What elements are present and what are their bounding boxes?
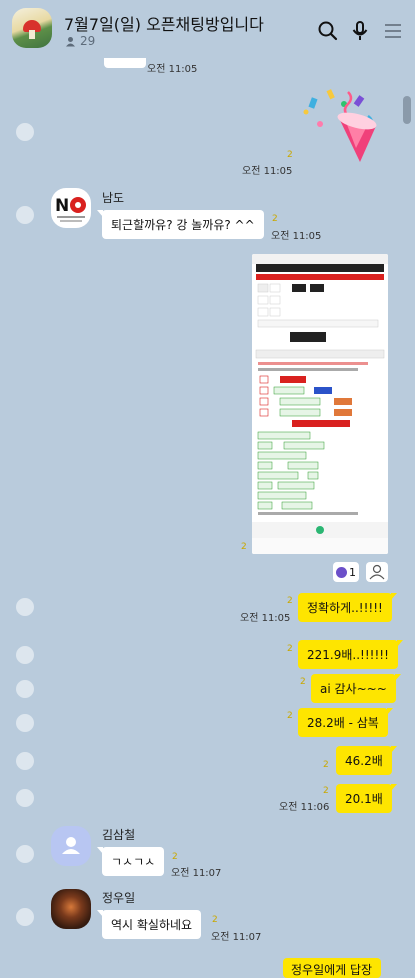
- select-dot[interactable]: [16, 789, 34, 807]
- message-bubble[interactable]: 20.1배: [336, 784, 397, 813]
- select-dot[interactable]: [16, 598, 34, 616]
- reaction-count: 1: [349, 565, 356, 579]
- select-dot[interactable]: [16, 752, 34, 770]
- member-count[interactable]: 29: [65, 34, 95, 48]
- scrollbar-thumb[interactable]: [403, 96, 411, 124]
- message-time: 오전 11:05: [242, 166, 293, 177]
- unread-count: 2: [287, 596, 293, 606]
- message-bubble[interactable]: ai 감사~~~: [311, 674, 401, 703]
- chat-header: 7월7일(일) 오픈채팅방입니다 29: [0, 0, 415, 58]
- menu-icon[interactable]: [382, 20, 404, 42]
- unread-count: 2: [172, 852, 178, 862]
- unread-count: 2: [272, 214, 278, 224]
- message-time: 오전 11:05: [240, 613, 291, 624]
- select-dot[interactable]: [16, 680, 34, 698]
- unread-count: 2: [212, 915, 218, 925]
- party-popper-sticker[interactable]: [298, 86, 390, 168]
- no-japan-logo: N: [55, 196, 86, 222]
- message-bubble[interactable]: 28.2배 - 삼복: [298, 708, 393, 737]
- message-bubble[interactable]: 퇴근할까유? 강 놀까유? ^^: [97, 210, 264, 239]
- message-time: 오전 11:07: [171, 868, 222, 879]
- room-avatar[interactable]: [12, 8, 52, 48]
- select-dot[interactable]: [16, 908, 34, 926]
- avatar-jung[interactable]: [51, 889, 91, 929]
- avatar-kim[interactable]: [51, 826, 91, 866]
- unread-count: 2: [241, 542, 247, 552]
- select-dot[interactable]: [16, 845, 34, 863]
- chat-area: 오전 11:05 2 오전 11:05 N 남도 퇴근할까유? 강 놀까유? ^…: [0, 0, 415, 978]
- select-dot[interactable]: [16, 123, 34, 141]
- message-bubble[interactable]: 역시 확실하네요: [96, 910, 202, 939]
- sender-name: 김삼철: [102, 828, 136, 842]
- person-icon: [369, 564, 385, 580]
- select-dot[interactable]: [16, 646, 34, 664]
- unread-count: 2: [287, 150, 293, 160]
- unread-count: 2: [323, 760, 329, 770]
- message-time: 오전 11:05: [147, 64, 198, 75]
- unread-count: 2: [287, 711, 293, 721]
- message-bubble[interactable]: ㄱㅅㄱㅅ: [96, 847, 165, 876]
- sender-name: 남도: [102, 191, 125, 205]
- reaction-badge[interactable]: 1: [333, 562, 359, 582]
- message-bubble[interactable]: 221.9배..!!!!!!: [298, 640, 403, 669]
- add-reaction-button[interactable]: [366, 562, 388, 582]
- avatar-namdo[interactable]: N: [51, 188, 91, 228]
- message-time: 오전 11:05: [271, 231, 322, 242]
- message-time: 오전 11:06: [279, 802, 330, 813]
- select-dot[interactable]: [16, 714, 34, 732]
- message-bubble[interactable]: 정확하게..!!!!!: [298, 593, 397, 622]
- sender-name: 정우일: [102, 891, 136, 905]
- unread-count: 2: [323, 786, 329, 796]
- thumbs-up-icon: [336, 566, 347, 578]
- unread-count: 2: [300, 677, 306, 687]
- default-profile-icon: [62, 837, 80, 854]
- member-count-value: 29: [80, 34, 96, 48]
- microphone-icon[interactable]: [349, 20, 371, 42]
- reply-bubble[interactable]: 정우일에게 답장: [283, 958, 381, 978]
- image-message[interactable]: [252, 254, 388, 554]
- svg-text:N: N: [55, 196, 69, 216]
- mushroom-stem: [29, 30, 35, 39]
- message-time: 오전 11:07: [211, 932, 262, 943]
- unread-count: 2: [287, 644, 293, 654]
- lottery-screenshot: [252, 254, 388, 554]
- message-bubble[interactable]: 46.2배: [336, 746, 397, 775]
- person-icon: [66, 36, 75, 46]
- room-title[interactable]: 7월7일(일) 오픈채팅방입니다: [64, 11, 264, 35]
- select-dot[interactable]: [16, 206, 34, 224]
- search-icon[interactable]: [317, 20, 339, 42]
